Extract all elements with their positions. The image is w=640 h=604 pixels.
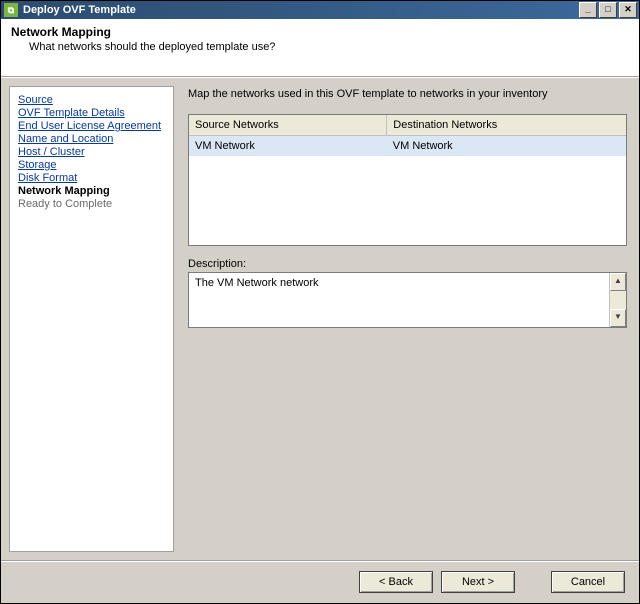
sidebar-step-host-cluster[interactable]: Host / Cluster [18, 146, 165, 158]
description-text: The VM Network network [189, 273, 609, 327]
titlebar: ⧉ Deploy OVF Template _ □ ✕ [1, 1, 639, 19]
close-button[interactable]: ✕ [619, 2, 637, 18]
sidebar-step-eula[interactable]: End User License Agreement [18, 120, 165, 132]
step-description: What networks should the deployed templa… [29, 41, 629, 53]
cancel-button[interactable]: Cancel [551, 571, 625, 593]
sidebar-step-name-location[interactable]: Name and Location [18, 133, 165, 145]
app-icon: ⧉ [3, 2, 19, 18]
sidebar-step-disk-format[interactable]: Disk Format [18, 172, 165, 184]
table-row[interactable]: VM Network VM Network [189, 136, 626, 157]
sidebar-step-network-mapping: Network Mapping [18, 185, 165, 197]
next-button[interactable]: Next > [441, 571, 515, 593]
cell-destination-network[interactable]: VM Network [387, 136, 626, 157]
back-button[interactable]: < Back [359, 571, 433, 593]
cell-source-network: VM Network [189, 136, 387, 157]
wizard-body: Source OVF Template Details End User Lic… [1, 77, 639, 560]
scroll-up-icon[interactable]: ▲ [610, 273, 626, 291]
scroll-down-icon[interactable]: ▼ [610, 309, 626, 327]
network-mapping-table[interactable]: Source Networks Destination Networks VM … [188, 114, 627, 246]
minimize-button[interactable]: _ [579, 2, 597, 18]
wizard-footer: < Back Next > Cancel [1, 560, 639, 603]
window-title: Deploy OVF Template [23, 4, 579, 16]
maximize-button[interactable]: □ [599, 2, 617, 18]
sidebar-step-ready: Ready to Complete [18, 198, 165, 210]
deploy-ovf-window: ⧉ Deploy OVF Template _ □ ✕ Network Mapp… [0, 0, 640, 604]
window-controls: _ □ ✕ [579, 2, 637, 18]
wizard-steps-sidebar: Source OVF Template Details End User Lic… [9, 86, 174, 552]
col-destination-networks[interactable]: Destination Networks [387, 115, 626, 136]
sidebar-step-source[interactable]: Source [18, 94, 165, 106]
col-source-networks[interactable]: Source Networks [189, 115, 387, 136]
description-box: The VM Network network ▲ ▼ [188, 272, 627, 328]
sidebar-step-storage[interactable]: Storage [18, 159, 165, 171]
wizard-header: Network Mapping What networks should the… [1, 19, 639, 77]
description-label: Description: [188, 258, 627, 270]
description-scrollbar[interactable]: ▲ ▼ [609, 273, 626, 327]
wizard-main: Map the networks used in this OVF templa… [174, 78, 639, 560]
instruction-text: Map the networks used in this OVF templa… [188, 88, 627, 100]
step-title: Network Mapping [11, 25, 629, 39]
sidebar-step-ovf-details[interactable]: OVF Template Details [18, 107, 165, 119]
